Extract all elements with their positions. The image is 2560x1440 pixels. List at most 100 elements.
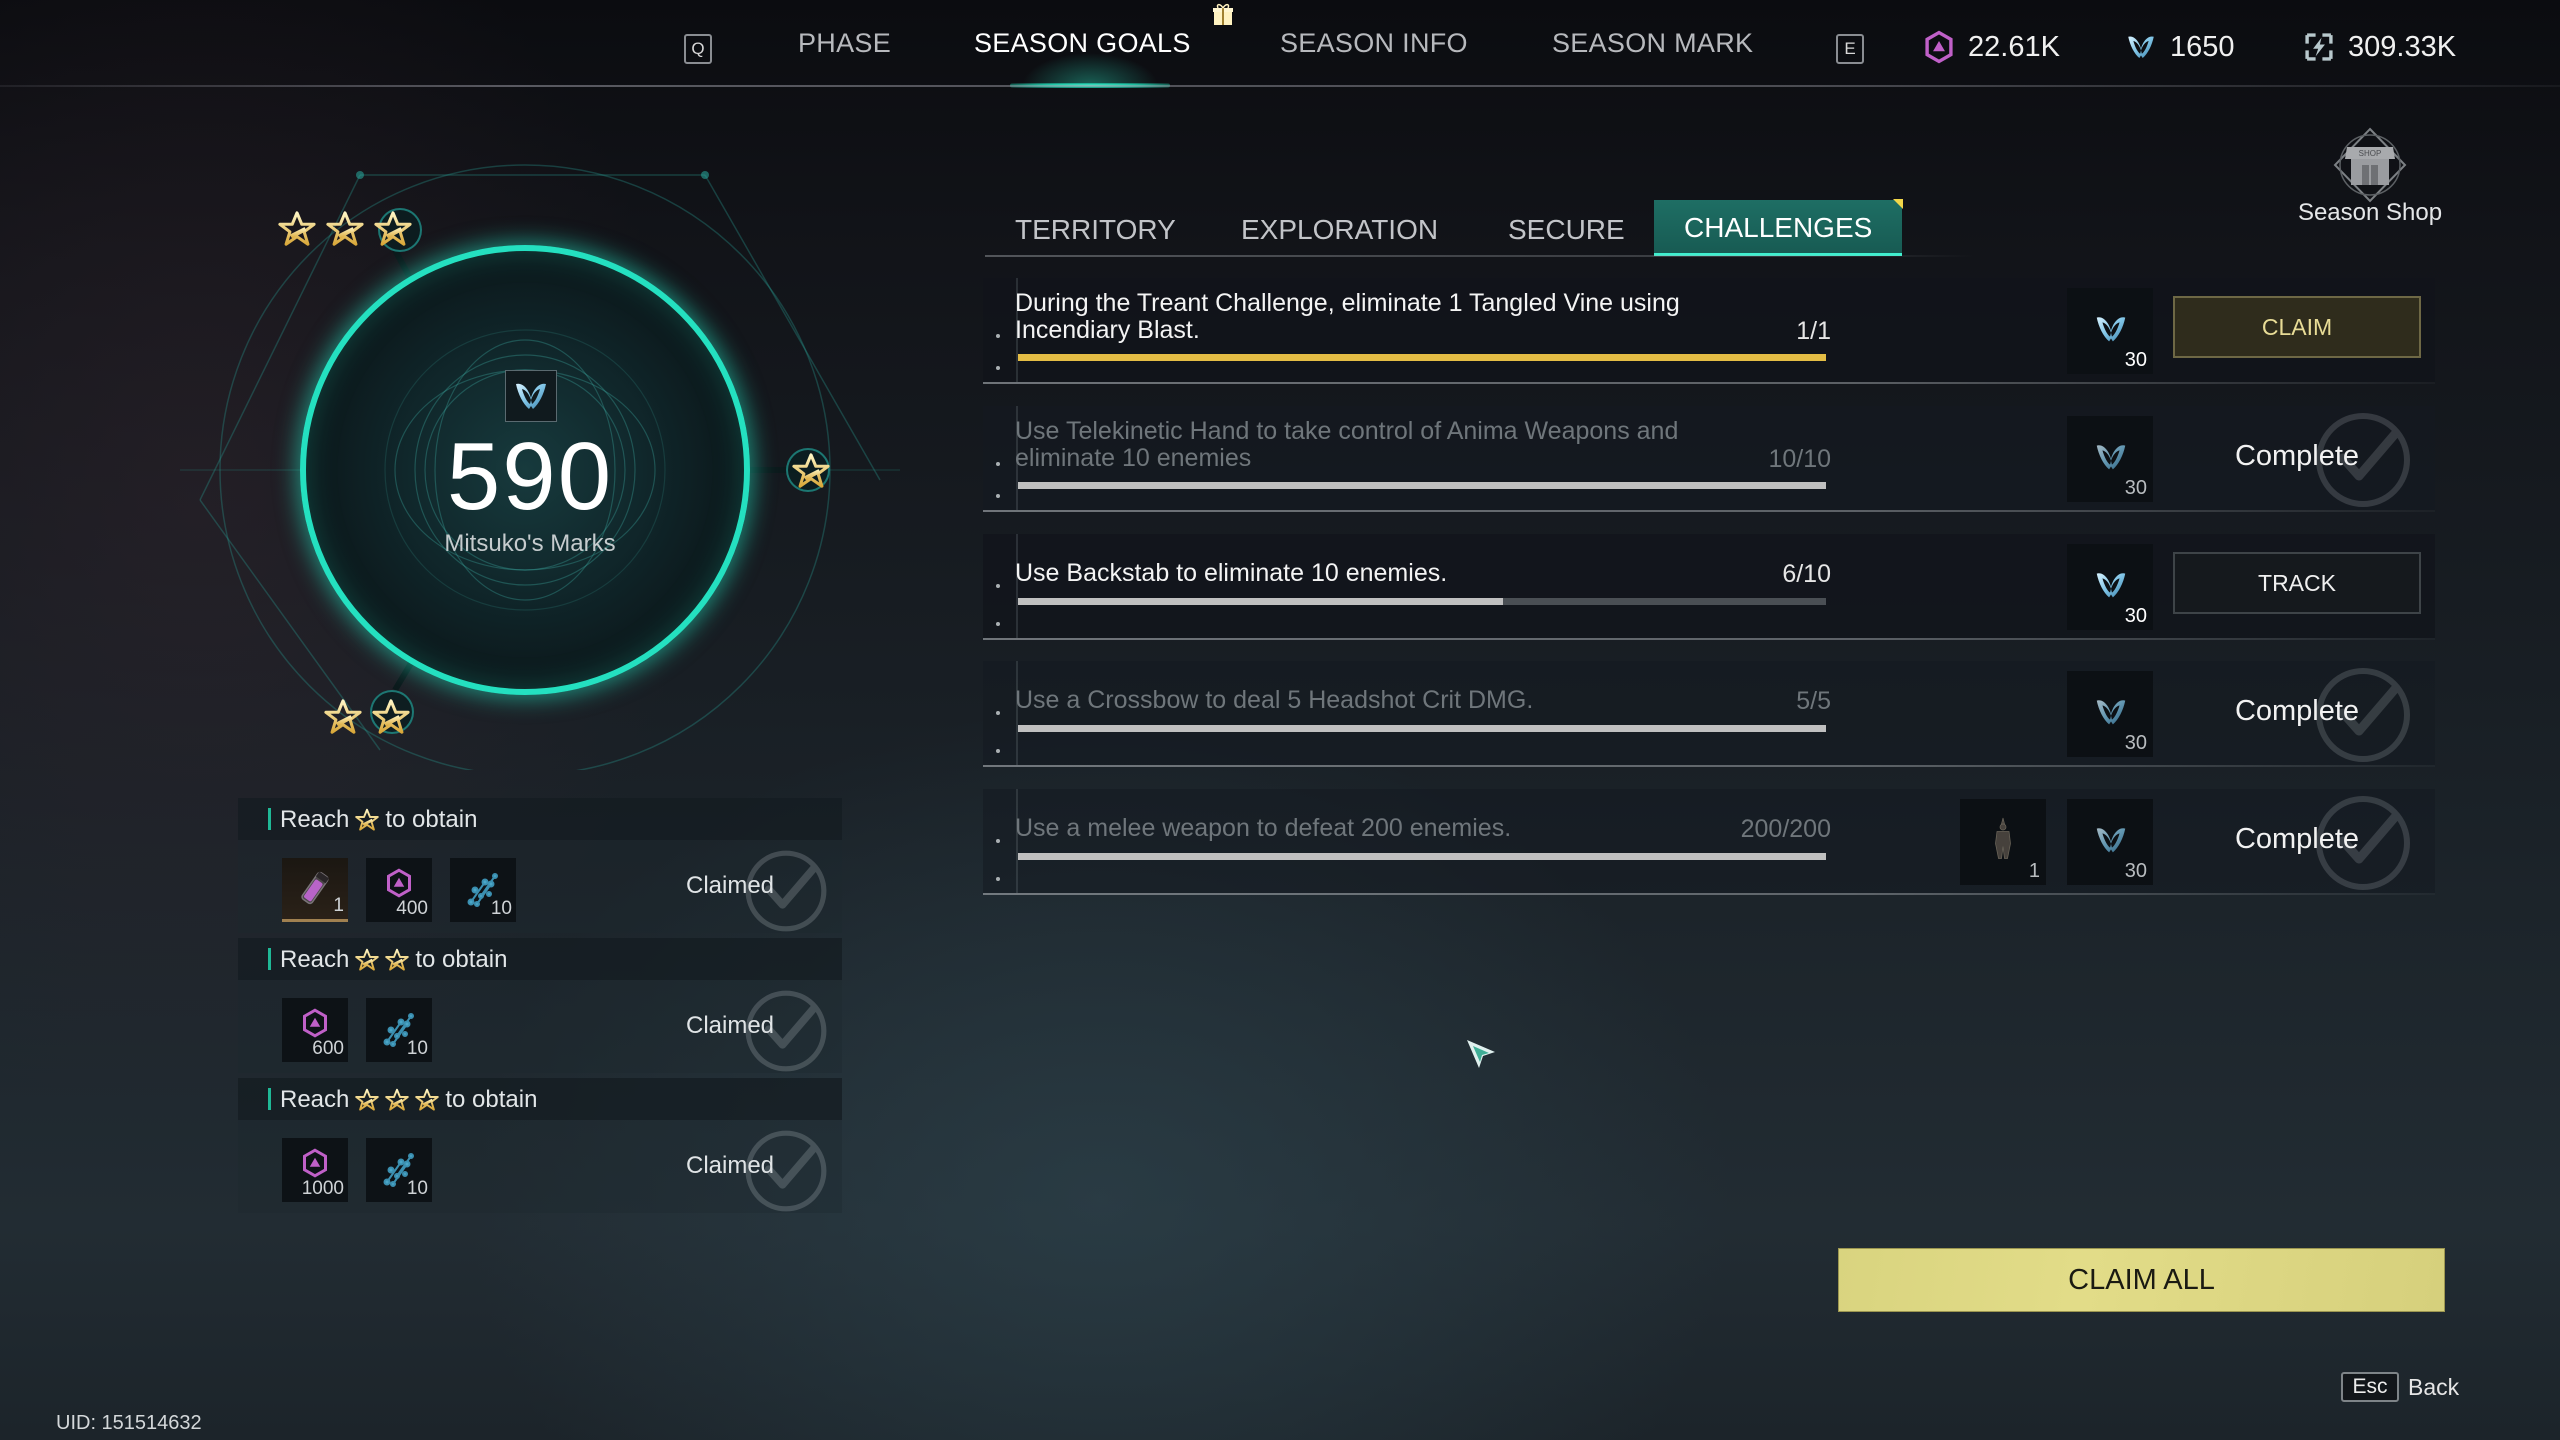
subtab-divider <box>985 255 1975 257</box>
reward-qty: 10 <box>490 898 512 919</box>
challenge-reward[interactable]: 30 <box>2067 799 2153 885</box>
star-icon <box>372 698 410 736</box>
progress-fill <box>1018 354 1826 361</box>
tab-season-info[interactable]: SEASON INFO <box>1280 28 1468 59</box>
season-shop-button[interactable]: SHOP Season Shop <box>2285 125 2455 227</box>
claim-button[interactable]: CLAIM <box>2173 296 2421 358</box>
mitsuko-mark-icon <box>2124 30 2158 64</box>
star-icon <box>374 210 412 248</box>
complete-status: Complete <box>2234 695 2360 727</box>
challenge-row: During the Treant Challenge, eliminate 1… <box>983 278 2435 384</box>
subtab-challenges[interactable]: CHALLENGES <box>1654 200 1903 256</box>
challenge-row: Use Telekinetic Hand to take control of … <box>983 406 2435 512</box>
challenge-row: Use a melee weapon to defeat 200 enemies… <box>983 789 2435 895</box>
nav-divider <box>0 85 2560 87</box>
star-icon <box>355 808 379 832</box>
challenge-reward[interactable]: 30 <box>2067 288 2153 374</box>
tier-title-prefix: Reach <box>280 806 350 833</box>
currency-energy: 309.33K <box>2302 30 2456 64</box>
row-dot <box>996 711 1000 715</box>
reward-qty: 30 <box>2124 860 2147 882</box>
row-dot <box>996 334 1000 338</box>
hexagon-crystal-icon <box>300 1008 330 1038</box>
tier-title-suffix: to obtain <box>415 946 508 973</box>
back-button[interactable]: Back <box>2408 1374 2459 1401</box>
star-icon <box>792 452 830 490</box>
challenge-progress-bar <box>1018 598 1826 605</box>
progress-fill <box>1018 482 1826 489</box>
currency-marks-value: 1650 <box>2170 30 2235 63</box>
reward-tier-1: Reach to obtain 1 400 10 Claimed <box>238 798 842 933</box>
complete-status: Complete <box>2234 823 2360 855</box>
row-divider <box>983 893 2435 895</box>
challenge-reward[interactable]: 30 <box>2067 544 2153 630</box>
row-dot <box>996 749 1000 753</box>
reward-qty: 400 <box>396 898 428 919</box>
challenge-row: Use Backstab to eliminate 10 enemies. 6/… <box>983 534 2435 640</box>
tier-status: Claimed <box>686 872 775 899</box>
currency-energy-value: 309.33K <box>2348 30 2457 63</box>
marks-logo <box>505 370 557 422</box>
tier-title-suffix: to obtain <box>385 806 478 833</box>
tab-phase[interactable]: PHASE <box>798 28 891 59</box>
tab-season-mark[interactable]: SEASON MARK <box>1552 28 1753 59</box>
reward-item[interactable]: 10 <box>450 858 516 922</box>
track-button[interactable]: TRACK <box>2173 552 2421 614</box>
reward-item[interactable]: 400 <box>366 858 432 922</box>
reward-qty: 10 <box>406 1178 428 1199</box>
subtab-secure[interactable]: SECURE <box>1508 214 1625 256</box>
currency-marks: 1650 <box>2124 30 2235 64</box>
row-dot <box>996 494 1000 498</box>
mitsuko-mark-icon <box>2092 693 2130 731</box>
mouse-cursor-icon <box>1467 1040 1495 1068</box>
tier-header: Reach to obtain <box>238 1078 842 1120</box>
tier-title-suffix: to obtain <box>445 1086 538 1113</box>
reward-item[interactable]: 600 <box>282 998 348 1062</box>
progress-fill <box>1018 853 1826 860</box>
reward-qty: 30 <box>2124 477 2147 499</box>
subtab-exploration[interactable]: EXPLORATION <box>1241 214 1438 256</box>
tier-header: Reach to obtain <box>238 798 842 840</box>
shop-icon: SHOP <box>2333 127 2407 203</box>
row-dot <box>996 877 1000 881</box>
tier-title: Reach to obtain <box>280 1086 537 1114</box>
row-divider <box>983 382 2435 384</box>
reward-item[interactable]: 10 <box>366 1138 432 1202</box>
marks-progress-ring: 590 Mitsuko's Marks <box>180 150 900 770</box>
vial-icon <box>295 868 335 908</box>
star-icon <box>278 210 316 248</box>
marks-label: Mitsuko's Marks <box>444 530 616 557</box>
star-icon <box>385 948 409 972</box>
currency-crystals-value: 22.61K <box>1968 30 2060 63</box>
marks-count: 590 <box>446 423 614 530</box>
energy-bolt-icon <box>2305 33 2333 61</box>
prev-tab-key-hint[interactable]: Q <box>684 34 712 64</box>
challenge-reward[interactable]: 1 <box>1960 799 2046 885</box>
challenge-row: Use a Crossbow to deal 5 Headshot Crit D… <box>983 661 2435 767</box>
reward-tier-2: Reach to obtain 600 10 Claimed <box>238 938 842 1073</box>
reward-item[interactable]: 1 <box>282 858 348 922</box>
tier-status: Claimed <box>686 1152 775 1179</box>
top-navigation: Q PHASE SEASON GOALS SEASON INFO SEASON … <box>0 0 2560 88</box>
challenge-progress-text: 5/5 <box>1796 687 1831 715</box>
mitsuko-mark-icon <box>2092 310 2130 348</box>
gift-icon <box>1213 3 1233 25</box>
reward-item[interactable]: 10 <box>366 998 432 1062</box>
row-dot <box>996 839 1000 843</box>
esc-key-hint[interactable]: Esc <box>2341 1372 2399 1402</box>
challenge-description: Use Backstab to eliminate 10 enemies. <box>1015 559 1448 587</box>
tab-season-goals[interactable]: SEASON GOALS <box>974 28 1191 59</box>
challenge-reward[interactable]: 30 <box>2067 671 2153 757</box>
challenge-reward[interactable]: 30 <box>2067 416 2153 502</box>
tier-title-prefix: Reach <box>280 946 350 973</box>
challenge-description: Use a melee weapon to defeat 200 enemies… <box>1015 814 1512 842</box>
next-tab-key-hint[interactable]: E <box>1836 34 1864 64</box>
subtab-territory[interactable]: TERRITORY <box>1015 214 1176 256</box>
tier-rewards: 600 10 Claimed <box>238 980 842 1073</box>
user-id: UID: 151514632 <box>56 1412 202 1434</box>
reward-item[interactable]: 1000 <box>282 1138 348 1202</box>
reward-qty: 1 <box>333 895 344 916</box>
challenge-progress-bar <box>1018 853 1826 860</box>
claim-all-button[interactable]: CLAIM ALL <box>1838 1248 2445 1312</box>
progress-fill <box>1018 598 1503 605</box>
